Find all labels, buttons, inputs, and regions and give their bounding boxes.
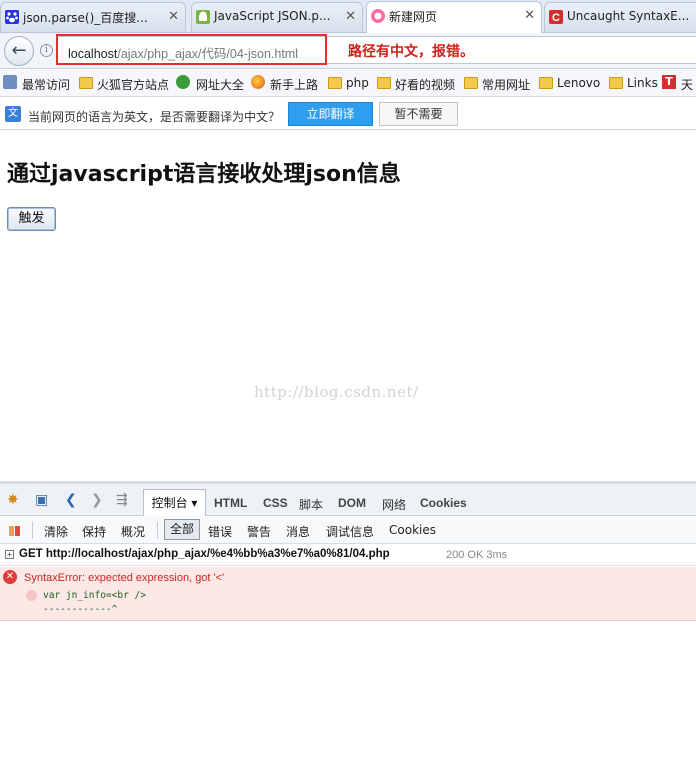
bookmarks-toolbar: 最常访问 火狐官方站点 网址大全 新手上路 php 好看的视频 常用网址 Len… (0, 70, 696, 97)
svg-text:C: C (552, 12, 560, 24)
firefox-new-tab-icon (371, 9, 385, 23)
expand-icon[interactable]: + (5, 550, 14, 559)
chevron-left-icon[interactable]: ❮ (65, 492, 77, 508)
back-arrow-icon: ← (11, 40, 27, 61)
tab-script[interactable]: 脚本 (299, 496, 323, 513)
url-host: localhost (68, 47, 118, 61)
console-error-entry[interactable]: ✕ SyntaxError: expected expression, got … (0, 567, 696, 621)
inspect-element-icon[interactable]: ▣ (35, 492, 48, 508)
tab-label: json.parse()_百度搜... (23, 11, 148, 25)
tmall-icon: T (662, 75, 676, 89)
close-icon[interactable]: ✕ (168, 9, 179, 24)
tab-javascript-json[interactable]: JavaScript JSON.p... ✕ (191, 2, 363, 32)
firebug-icon[interactable]: ✸ (7, 492, 19, 508)
firefox-icon (251, 75, 265, 89)
navigation-bar: ← i localhost/ajax/php_ajax/代码/04-json.h… (0, 33, 696, 69)
tab-console[interactable]: 控制台 ▾ (143, 489, 206, 517)
not-now-button[interactable]: 暂不需要 (379, 102, 458, 126)
clear-console-icon[interactable] (8, 523, 21, 537)
translate-message: 当前网页的语言为英文，是否需要翻译为中文？ (28, 110, 281, 124)
tab-label: JavaScript JSON.p... (214, 9, 331, 23)
request-status: 200 OK 3ms (446, 549, 508, 561)
filter-clear[interactable]: 清除 (44, 523, 68, 540)
csdn-icon: C (549, 10, 563, 24)
folder-icon (609, 77, 623, 89)
bookmark-links[interactable]: Links (627, 76, 658, 90)
bookmark-videos[interactable]: 好看的视频 (395, 76, 455, 93)
close-icon[interactable]: ✕ (345, 9, 356, 24)
tab-uncaught-syntax-error[interactable]: C Uncaught SyntaxE... (544, 2, 696, 32)
bookmark-overflow[interactable]: 天 (681, 76, 693, 93)
network-request-row[interactable]: + GET http://localhost/ajax/php_ajax/%e4… (0, 544, 696, 566)
hao123-icon (176, 75, 190, 89)
bookmark-most-visited[interactable]: 最常访问 (22, 76, 70, 93)
back-button[interactable]: ← (4, 36, 34, 66)
step-icon[interactable]: ⇶ (116, 492, 128, 508)
folder-icon (377, 77, 391, 89)
filter-debug[interactable]: 调试信息 (326, 523, 374, 540)
translate-icon: 文 (5, 106, 21, 122)
error-position-marker: ------------^ (43, 604, 118, 615)
tab-dom[interactable]: DOM (338, 496, 366, 510)
trigger-button[interactable]: 触发 (7, 207, 56, 231)
translate-bar: 文 当前网页的语言为英文，是否需要翻译为中文？ 立即翻译 暂不需要 (0, 98, 696, 130)
bookmark-url-directory[interactable]: 网址大全 (196, 76, 244, 93)
tab-label: 新建网页 (389, 10, 438, 24)
request-url[interactable]: GET http://localhost/ajax/php_ajax/%e4%b… (19, 548, 390, 560)
filter-errors[interactable]: 错误 (208, 523, 232, 540)
filter-info[interactable]: 消息 (286, 523, 310, 540)
annotation-note: 路径有中文，报错。 (348, 44, 474, 60)
devtools-toolbar: ✸ ▣ ❮ ❯ ⇶ 控制台 ▾ HTML CSS 脚本 DOM 网络 Cooki… (0, 484, 696, 517)
devtools-panel: ✸ ▣ ❮ ❯ ⇶ 控制台 ▾ HTML CSS 脚本 DOM 网络 Cooki… (0, 481, 696, 763)
error-icon: ✕ (3, 570, 17, 584)
translate-now-button[interactable]: 立即翻译 (288, 102, 373, 126)
close-icon[interactable]: ✕ (524, 8, 535, 23)
error-source-line: var jn_info=<br /> (43, 590, 146, 601)
bookmark-lenovo[interactable]: Lenovo (557, 76, 600, 90)
tab-cookies[interactable]: Cookies (420, 496, 467, 510)
filter-cookies[interactable]: Cookies (389, 523, 436, 537)
filter-persist[interactable]: 保持 (82, 523, 106, 540)
site-info-icon[interactable]: i (40, 44, 53, 57)
bookmark-firefox-official[interactable]: 火狐官方站点 (97, 76, 169, 93)
page-title: 通过javascript语言接收处理json信息 (7, 162, 401, 187)
bookmark-common-sites[interactable]: 常用网址 (482, 76, 530, 93)
tab-strip: json.parse()_百度搜... ✕ JavaScript JSON.p.… (0, 0, 696, 33)
error-message[interactable]: SyntaxError: expected expression, got '<… (24, 572, 224, 584)
bookmark-php[interactable]: php (346, 76, 369, 90)
folder-icon (328, 77, 342, 89)
watermark: http://blog.csdn.net/ (254, 383, 419, 401)
console-filter-bar: 清除 保持 概况 全部 错误 警告 消息 调试信息 Cookies (0, 516, 696, 544)
baidu-paw-icon (5, 10, 19, 24)
folder-icon (539, 77, 553, 89)
filter-warnings[interactable]: 警告 (247, 523, 271, 540)
url-text[interactable]: localhost/ajax/php_ajax/代码/04-json.html (68, 43, 298, 62)
tab-baidu-search[interactable]: json.parse()_百度搜... ✕ (0, 2, 186, 32)
android-icon (196, 10, 210, 24)
bookmark-getting-started[interactable]: 新手上路 (270, 76, 318, 93)
folder-icon (79, 77, 93, 89)
filter-all[interactable]: 全部 (164, 519, 200, 540)
tab-new-page[interactable]: 新建网页 ✕ (366, 1, 542, 33)
url-path: /ajax/php_ajax/代码/04-json.html (117, 47, 298, 61)
tab-html[interactable]: HTML (214, 496, 247, 510)
tab-css[interactable]: CSS (263, 496, 288, 510)
chevron-right-icon[interactable]: ❯ (91, 492, 103, 508)
folder-icon (464, 77, 478, 89)
divider (32, 522, 33, 539)
tab-label: Uncaught SyntaxE... (567, 9, 690, 23)
breakpoint-icon[interactable] (26, 590, 37, 601)
divider (157, 522, 158, 539)
most-visited-icon (3, 75, 17, 89)
tab-net[interactable]: 网络 (382, 496, 406, 513)
filter-profile[interactable]: 概况 (121, 523, 145, 540)
